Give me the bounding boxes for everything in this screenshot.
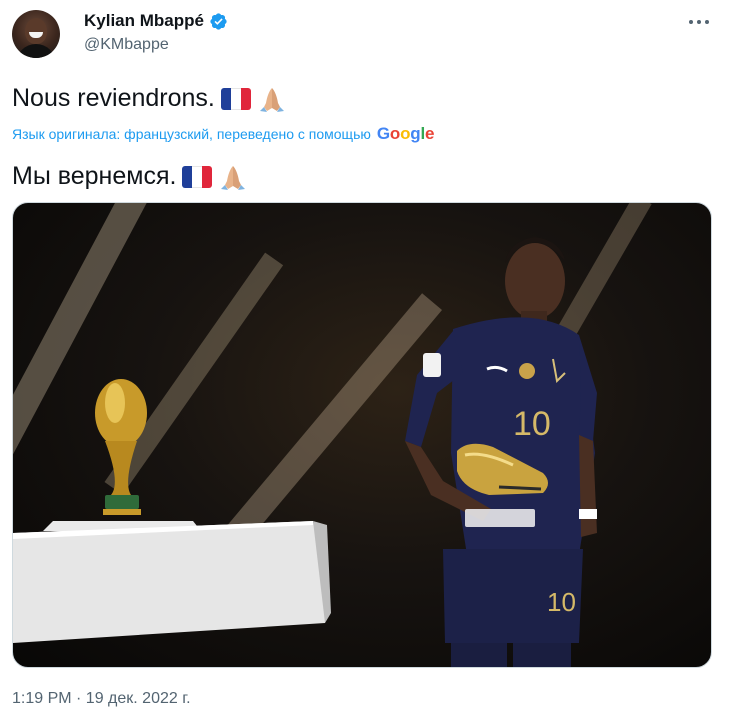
translation-note-text: Язык оригинала: французский, переведено …	[12, 126, 371, 142]
google-logo-icon: Google	[376, 124, 435, 143]
author-name-row[interactable]: Kylian Mbappé	[84, 11, 228, 31]
france-flag-icon	[220, 87, 251, 110]
avatar-face	[25, 18, 47, 44]
author-display-name[interactable]: Kylian Mbappé	[84, 11, 204, 31]
tweet-text: Nous reviendrons.	[12, 84, 287, 113]
tweet-text-content: Nous reviendrons.	[12, 84, 215, 112]
translation-note[interactable]: Язык оригинала: французский, переведено …	[12, 124, 434, 144]
more-options-icon[interactable]	[686, 12, 712, 32]
translated-text-content: Мы вернемся.	[12, 162, 177, 190]
avatar[interactable]	[12, 10, 60, 58]
tweet-timestamp[interactable]: 1:19 PM · 19 дек. 2022 г.	[12, 690, 191, 708]
podium	[13, 521, 331, 643]
avatar-shirt	[16, 44, 56, 58]
folded-hands-icon	[257, 85, 287, 113]
tweet: Kylian Mbappé @KMbappe Nous reviendrons.	[0, 0, 730, 726]
shorts-number: 10	[547, 587, 576, 617]
france-flag-icon	[182, 165, 213, 188]
tweet-photo[interactable]: 10 10	[12, 202, 712, 668]
jersey-number: 10	[513, 405, 551, 443]
author-handle[interactable]: @KMbappe	[84, 36, 169, 54]
translated-text: Мы вернемся.	[12, 162, 248, 191]
verified-badge-icon	[209, 12, 228, 31]
folded-hands-icon	[218, 163, 248, 191]
